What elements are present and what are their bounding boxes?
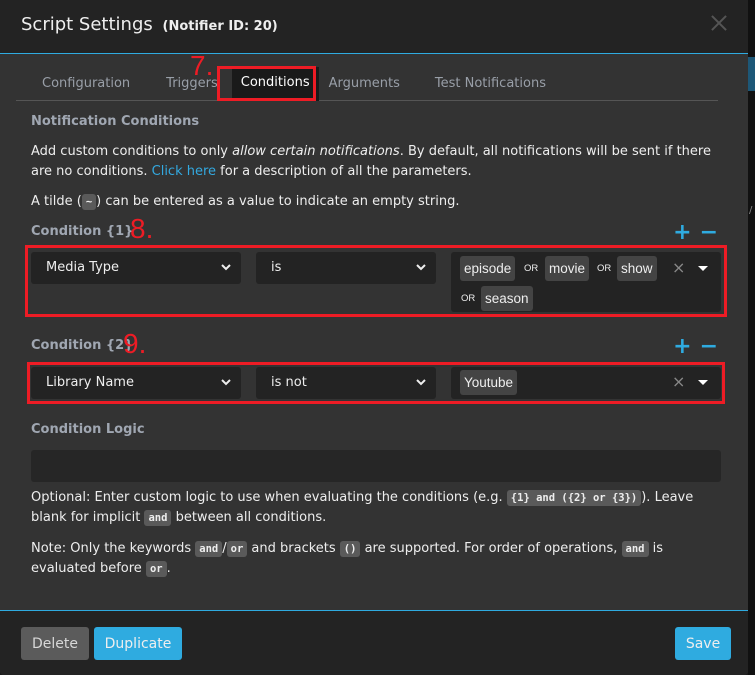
notifier-id: (Notifier ID: 20) xyxy=(162,19,278,34)
value-chip[interactable]: season xyxy=(481,286,533,311)
tilde-text-2: ) can be entered as a value to indicate … xyxy=(96,194,460,209)
condition-2-operator-value: is not xyxy=(271,375,307,390)
help-text-1: Optional: Enter custom logic to use when… xyxy=(31,490,507,505)
condition-1-operator-select[interactable]: is xyxy=(256,252,436,284)
or-code: or xyxy=(145,561,167,577)
annotation-9: 9. xyxy=(123,328,147,359)
value-chip[interactable]: Youtube xyxy=(460,370,518,395)
tab-configuration[interactable]: Configuration xyxy=(16,67,141,101)
and-code: and xyxy=(144,510,172,526)
chevron-down-icon xyxy=(416,379,426,386)
brackets-code: () xyxy=(339,541,361,557)
condition-1-parameter-value: Media Type xyxy=(46,260,120,275)
note-text-5: . xyxy=(166,561,171,576)
condition-logic-heading: Condition Logic xyxy=(31,422,145,437)
note-text-2: and brackets xyxy=(247,541,340,556)
clear-icon[interactable]: × xyxy=(672,258,685,277)
background-strip: / xyxy=(748,0,755,675)
add-condition-button[interactable]: + xyxy=(673,336,691,358)
note-slash: / xyxy=(222,541,227,556)
chevron-down-icon xyxy=(221,379,231,386)
condition-logic-input[interactable] xyxy=(31,450,721,482)
modal-title: Script Settings (Notifier ID: 20) xyxy=(21,14,278,35)
note-text-3: are supported. For order of operations, xyxy=(360,541,622,556)
modal-title-text: Script Settings xyxy=(21,14,153,35)
modal-footer: Delete Duplicate Save xyxy=(0,610,748,675)
condition-1-parameter-select[interactable]: Media Type xyxy=(31,252,241,284)
condition-1-controls: + − xyxy=(673,222,718,244)
tab-test-notifications[interactable]: Test Notifications xyxy=(411,67,557,101)
tilde-text-1: A tilde ( xyxy=(31,194,82,209)
condition-1-values-input[interactable]: episode OR movie OR show × OR season xyxy=(451,252,721,312)
example-logic-code: {1} and ({2} or {3}) xyxy=(506,490,642,506)
annotation-7: 7. xyxy=(190,50,214,81)
condition-2-controls: + − xyxy=(673,336,718,358)
help-text-3: between all conditions. xyxy=(171,510,327,525)
or-separator: OR xyxy=(597,263,612,274)
condition-logic-note: Note: Only the keywords and / or and brack… xyxy=(31,539,721,579)
condition-2-parameter-value: Library Name xyxy=(46,375,134,390)
notification-conditions-heading: Notification Conditions xyxy=(31,114,200,129)
close-icon[interactable] xyxy=(708,13,730,35)
intro-emphasis: allow certain notifications xyxy=(232,144,400,159)
intro-text-3: for a description of all the parameters. xyxy=(216,164,472,179)
script-settings-modal: Script Settings (Notifier ID: 20) Config… xyxy=(0,0,748,675)
clear-icon[interactable]: × xyxy=(672,372,685,391)
condition-1-label: Condition {1} xyxy=(31,224,134,239)
dropdown-caret-icon[interactable] xyxy=(698,380,708,385)
tilde-text: A tilde (~) can be entered as a value to… xyxy=(31,192,721,212)
condition-2-label: Condition {2} xyxy=(31,338,134,353)
intro-text: Add custom conditions to only allow cert… xyxy=(31,142,721,182)
value-chip[interactable]: show xyxy=(617,256,657,281)
chevron-down-icon xyxy=(416,264,426,271)
tab-bar: Configuration Triggers Conditions Argume… xyxy=(16,67,718,101)
value-chip[interactable]: episode xyxy=(460,256,516,281)
condition-2-operator-select[interactable]: is not xyxy=(256,367,436,399)
background-accent xyxy=(748,57,755,91)
value-chip[interactable]: movie xyxy=(545,256,590,281)
remove-condition-button[interactable]: − xyxy=(700,222,718,244)
annotation-8: 8. xyxy=(130,213,154,244)
parameters-help-link[interactable]: Click here xyxy=(152,164,216,179)
or-code: or xyxy=(226,541,248,557)
annotation-box-tab xyxy=(217,66,316,101)
condition-2-parameter-select[interactable]: Library Name xyxy=(31,367,241,399)
delete-button[interactable]: Delete xyxy=(21,627,89,660)
dropdown-caret-icon[interactable] xyxy=(698,266,708,271)
and-code: and xyxy=(621,541,649,557)
duplicate-button[interactable]: Duplicate xyxy=(94,627,182,660)
condition-1-operator-value: is xyxy=(271,260,282,275)
condition-2-values-input[interactable]: Youtube × xyxy=(451,367,721,399)
or-separator: OR xyxy=(524,263,539,274)
and-code: and xyxy=(195,541,223,557)
tab-arguments[interactable]: Arguments xyxy=(319,67,411,101)
remove-condition-button[interactable]: − xyxy=(700,336,718,358)
add-condition-button[interactable]: + xyxy=(673,222,691,244)
background-mark: / xyxy=(749,205,753,216)
intro-text-1: Add custom conditions to only xyxy=(31,144,233,159)
tilde-code: ~ xyxy=(81,194,97,210)
or-separator: OR xyxy=(461,293,476,304)
note-text-1: Note: Only the keywords xyxy=(31,541,196,556)
save-button[interactable]: Save xyxy=(675,627,731,660)
modal-header: Script Settings (Notifier ID: 20) xyxy=(0,0,748,54)
chevron-down-icon xyxy=(221,264,231,271)
condition-logic-help: Optional: Enter custom logic to use when… xyxy=(31,488,721,528)
